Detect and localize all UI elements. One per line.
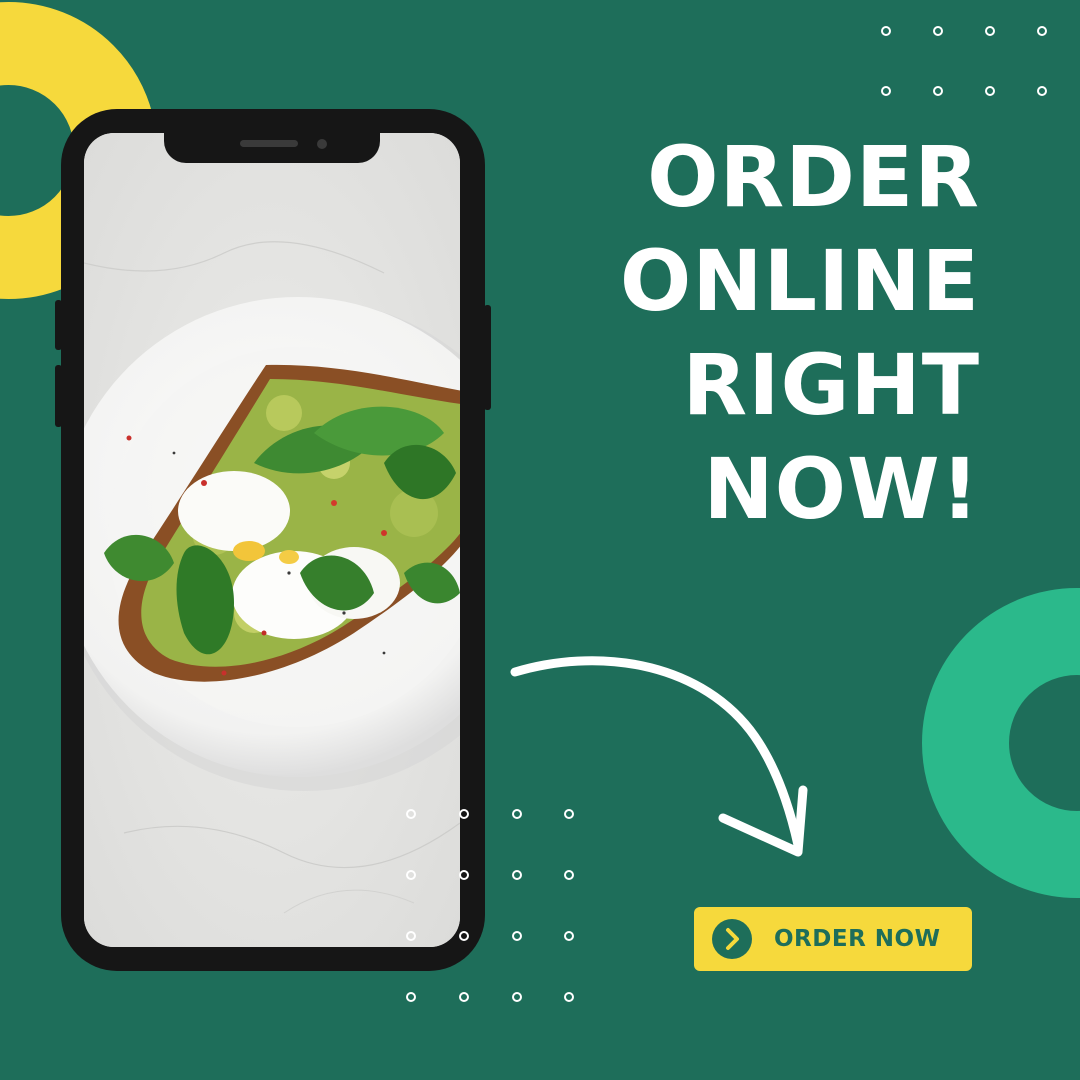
order-now-label: ORDER NOW — [774, 926, 941, 952]
order-now-button[interactable]: ORDER NOW — [694, 907, 972, 971]
dot — [459, 809, 469, 819]
dot — [512, 992, 522, 1002]
phone-screen — [84, 133, 460, 947]
phone-volume-button — [55, 365, 62, 427]
dot — [459, 992, 469, 1002]
headline-line-4: NOW! — [703, 440, 980, 538]
dot — [881, 86, 891, 96]
dot — [881, 26, 891, 36]
headline-line-2: ONLINE — [619, 232, 980, 330]
headline: ORDER ONLINE RIGHT NOW! — [560, 125, 980, 541]
dot — [985, 26, 995, 36]
dot — [985, 86, 995, 96]
dot — [1037, 86, 1047, 96]
dot — [406, 809, 416, 819]
dot — [1037, 26, 1047, 36]
dot — [512, 931, 522, 941]
dot — [564, 931, 574, 941]
promo-canvas: ORDER ONLINE RIGHT NOW! ORDER NOW — [0, 0, 1080, 1080]
phone-speaker — [240, 140, 298, 147]
phone-notch — [164, 109, 380, 163]
phone-volume-button — [55, 300, 62, 350]
green-ring-decoration — [922, 588, 1080, 898]
phone-power-button — [484, 305, 491, 410]
dot — [933, 26, 943, 36]
dot — [512, 870, 522, 880]
dot — [459, 931, 469, 941]
dot — [406, 992, 416, 1002]
dot — [459, 870, 469, 880]
curved-arrow-icon — [510, 656, 808, 857]
dot — [564, 870, 574, 880]
dot — [933, 86, 943, 96]
headline-line-1: ORDER — [647, 128, 980, 226]
dot — [564, 992, 574, 1002]
chevron-right-icon — [712, 919, 752, 959]
headline-line-3: RIGHT — [682, 336, 980, 434]
dot — [406, 870, 416, 880]
food-photo — [84, 133, 460, 947]
phone-camera — [317, 139, 327, 149]
dot — [406, 931, 416, 941]
